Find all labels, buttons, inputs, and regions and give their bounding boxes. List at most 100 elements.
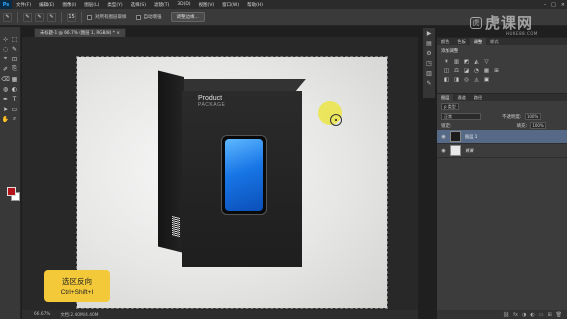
brush-size-picker[interactable]: 15 [67,12,76,22]
add-to-selection-icon[interactable]: ✎ [35,12,44,22]
layer-filter-select[interactable]: ρ 类型 [441,103,459,110]
add-mask-icon[interactable]: ◑ [522,312,526,318]
opacity-field[interactable]: 100% [524,113,541,120]
layer-row[interactable]: ◉ 图层 1 [437,130,567,144]
new-layer-icon[interactable]: ⊞ [547,312,551,318]
gradient-map-icon[interactable]: ◬ [473,76,480,83]
properties-icon[interactable]: ⚙ [423,48,435,58]
posterize-icon[interactable]: ◨ [453,76,460,83]
adjustments-panel: 颜色 色板 调整 样式 添加调整 ☀ ▥ ◩ ◭ ▽ ◫ ⚖ ◪ ◔ ▦ ⊞ ◧… [437,37,567,93]
black-white-icon[interactable]: ◪ [463,67,470,74]
menu-help[interactable]: 帮助(H) [243,2,267,8]
divider [81,11,82,23]
cursor-center [335,119,337,121]
channel-mixer-icon[interactable]: ▦ [483,67,490,74]
menu-image[interactable]: 图像(I) [58,2,80,8]
auto-enhance-label: 自动增强 [143,15,162,20]
blur-tool-icon[interactable]: ◍ [2,85,10,93]
healing-brush-tool-icon[interactable]: ✐ [2,65,10,73]
info-icon[interactable]: ◳ [423,58,435,68]
marquee-tool-icon[interactable]: ⬚ [11,35,19,43]
minimize-icon[interactable]: – [544,2,547,8]
menu-3d[interactable]: 3D(D) [173,2,194,7]
lasso-tool-icon[interactable]: ◌ [2,45,10,53]
type-tool-icon[interactable]: T [11,95,19,103]
eye-icon[interactable]: ◉ [441,134,446,140]
path-selection-tool-icon[interactable]: ➤ [2,105,10,113]
levels-icon[interactable]: ▥ [453,58,460,65]
brightness-icon[interactable]: ☀ [443,58,450,65]
menu-view[interactable]: 视图(V) [195,2,219,8]
menu-type[interactable]: 类型(Y) [103,2,126,8]
delete-layer-icon[interactable]: 🗑 [556,312,562,318]
sample-all-layers-checkbox[interactable] [87,14,92,20]
hue-saturation-icon[interactable]: ◫ [443,67,450,74]
history-icon[interactable]: ▤ [423,38,435,48]
link-layers-icon[interactable]: ⛓ [503,312,509,318]
pen-tool-icon[interactable]: ✒ [2,95,10,103]
menu-window[interactable]: 窗口(W) [218,2,243,8]
rectangle-tool-icon[interactable]: ▭ [11,105,19,113]
lock-label: 锁定: [441,123,452,129]
maximize-icon[interactable]: □ [551,2,556,8]
auto-enhance-checkbox[interactable] [135,14,141,20]
blend-mode-select[interactable]: 正常 [441,113,481,120]
tab-channels[interactable]: 通道 [453,94,469,101]
menu-layer[interactable]: 图层(L) [80,2,103,8]
menu-file[interactable]: 文件(F) [12,2,35,8]
eye-icon[interactable]: ◉ [441,148,446,154]
exposure-icon[interactable]: ◭ [473,58,480,65]
brush-settings-icon[interactable]: ✎ [423,78,435,88]
move-tool-icon[interactable]: ⊹ [2,35,10,43]
brush-tool-icon[interactable]: ⎘ [11,65,19,73]
zoom-tool-icon[interactable]: ⌕ [11,115,19,123]
tools-panel: ⊹ ⬚ ◌ ✎ ⌖ ⊡ ✐ ⎘ ⌫ ▦ ◍ ◐ ✒ T ➤ ▭ ✋ ⌕ [0,27,21,319]
crop-tool-icon[interactable]: ⌖ [2,55,10,63]
layer-row[interactable]: ◉ 背景 [437,144,567,158]
dodge-tool-icon[interactable]: ◐ [11,85,19,93]
product-box-artwork: Product PACKAGE [158,70,306,275]
tab-color[interactable]: 颜色 [437,38,453,45]
tab-layers[interactable]: 图层 [437,94,454,101]
photo-filter-icon[interactable]: ◔ [473,67,480,74]
character-icon[interactable]: ▥ [423,68,435,78]
new-selection-icon[interactable]: ✎ [23,12,32,22]
adjustment-layer-icon[interactable]: ◐ [530,312,534,318]
subtract-from-selection-icon[interactable]: ✎ [47,12,56,22]
new-group-icon[interactable]: ▭ [539,312,544,318]
refine-edge-button[interactable]: 调整边缘... [170,12,205,22]
fill-field[interactable]: 100% [530,122,547,129]
gradient-tool-icon[interactable]: ▦ [11,75,19,83]
quick-selection-tool-icon[interactable]: ✎ [11,45,19,53]
eraser-tool-icon[interactable]: ⌫ [1,75,9,83]
color-lookup-icon[interactable]: ⊞ [493,67,500,74]
color-balance-icon[interactable]: ⚖ [453,67,460,74]
hand-tool-icon[interactable]: ✋ [2,115,10,123]
zoom-level[interactable]: 66.67% [34,312,50,317]
foreground-color-swatch[interactable] [7,187,16,196]
document-tab[interactable]: 未标题-1 @ 66.7% (图层 1, RGB/8) * × [34,28,126,37]
eyedropper-tool-icon[interactable]: ⊡ [11,55,19,63]
tab-swatches[interactable]: 色板 [453,38,469,45]
box-side [158,70,184,253]
tab-paths[interactable]: 路径 [470,94,486,101]
tab-adjustments[interactable]: 调整 [469,38,487,45]
threshold-icon[interactable]: ◎ [463,76,470,83]
tab-styles[interactable]: 样式 [486,38,502,45]
selective-color-icon[interactable]: ▣ [483,76,490,83]
blend-row: 正常 不透明度: 100% [437,112,567,121]
layers-footer: ⛓ fx ◑ ◐ ▭ ⊞ 🗑 [437,310,567,319]
invert-icon[interactable]: ◧ [443,76,450,83]
status-bar: 66.67% 文档:2.40M/4.40M [22,310,418,319]
menu-edit[interactable]: 编辑(E) [35,2,58,8]
play-icon[interactable]: ▶ [423,28,435,38]
layer-style-icon[interactable]: fx [513,312,518,318]
quick-selection-tool-icon[interactable]: ✎ [3,12,12,22]
fill-label: 填充: [516,123,528,129]
menu-select[interactable]: 选择(S) [127,2,150,8]
watermark-logo-icon: 虎 [470,16,482,29]
close-icon[interactable]: × [561,2,565,8]
curves-icon[interactable]: ◩ [463,58,470,65]
menu-filter[interactable]: 滤镜(T) [150,2,173,8]
vibrance-icon[interactable]: ▽ [483,58,490,65]
